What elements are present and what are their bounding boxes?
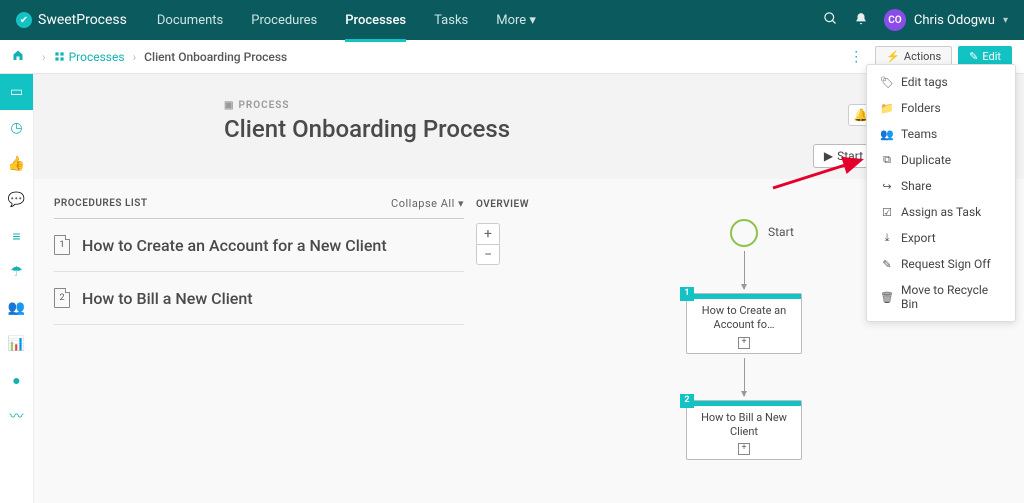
bolt-icon: ⚡ xyxy=(886,50,900,63)
procedure-item[interactable]: 2 How to Bill a New Client xyxy=(54,272,464,325)
node-number: 1 xyxy=(680,287,694,301)
flow-node[interactable]: 1 How to Create an Account fo… + xyxy=(686,293,802,354)
procedures-column: PROCEDURES LIST Collapse All ▾ 1 How to … xyxy=(34,179,464,325)
nav-procedures[interactable]: Procedures xyxy=(251,2,317,39)
crumb-current: Client Onboarding Process xyxy=(144,50,287,64)
sidebar-item-8[interactable]: 📊 xyxy=(0,326,33,362)
left-sidebar: ▭ ◷ 👍 💬 ≡ ☂ 👥 📊 ● 〰 xyxy=(0,74,34,503)
kebab-menu-icon[interactable]: ⋮ xyxy=(843,49,869,65)
bell-icon[interactable] xyxy=(854,11,868,30)
crumb-processes[interactable]: Processes xyxy=(54,50,125,64)
dropdown-folders[interactable]: 📁Folders xyxy=(867,95,1015,121)
start-label: Start xyxy=(768,225,794,239)
collapse-all[interactable]: Collapse All ▾ xyxy=(391,197,464,210)
nav-more[interactable]: More ▾ xyxy=(496,2,536,39)
signoff-icon: ✎ xyxy=(881,258,893,271)
trash-icon: 🗑 xyxy=(881,291,893,304)
sidebar-item-1[interactable]: ▭ xyxy=(0,74,33,110)
user-name: Chris Odogwu xyxy=(914,13,995,28)
sidebar-item-10[interactable]: 〰 xyxy=(0,398,33,434)
nav-processes[interactable]: Processes xyxy=(345,2,406,42)
dropdown-request-sign-off[interactable]: ✎Request Sign Off xyxy=(867,251,1015,277)
procedure-title: How to Bill a New Client xyxy=(82,289,253,308)
procedures-header: PROCEDURES LIST Collapse All ▾ xyxy=(54,197,464,219)
dropdown-edit-tags[interactable]: 🏷Edit tags xyxy=(867,69,1015,95)
crumb-sep-2: › xyxy=(133,50,137,64)
dropdown-move-recycle[interactable]: 🗑Move to Recycle Bin xyxy=(867,277,1015,317)
dropdown-assign-as-task[interactable]: ☑Assign as Task xyxy=(867,199,1015,225)
start-button[interactable]: ▶ Start xyxy=(813,144,874,168)
brand-text: SweetProcess xyxy=(38,12,127,28)
dropdown-share[interactable]: ↪Share xyxy=(867,173,1015,199)
procedure-number-icon: 1 xyxy=(54,235,70,255)
crumb-sep: › xyxy=(42,50,46,64)
check-icon: ☑ xyxy=(881,206,893,219)
sidebar-item-3[interactable]: 👍 xyxy=(0,146,33,182)
arrow-icon xyxy=(744,251,745,289)
node-text: How to Create an Account fo… xyxy=(693,304,795,333)
search-icon[interactable] xyxy=(823,11,838,30)
sidebar-item-7[interactable]: 👥 xyxy=(0,290,33,326)
export-icon: ⤓ xyxy=(881,231,893,245)
arrow-icon xyxy=(744,358,745,396)
procedure-title: How to Create an Account for a New Clien… xyxy=(82,236,387,255)
nav-links: Documents Procedures Processes Tasks Mor… xyxy=(157,2,823,39)
procedure-number-icon: 2 xyxy=(54,288,70,308)
expand-node-icon[interactable]: + xyxy=(738,337,750,349)
flow-node[interactable]: 2 How to Bill a New Client + xyxy=(686,400,802,461)
dropdown-duplicate[interactable]: ⧉Duplicate xyxy=(867,147,1015,173)
brand[interactable]: ✔ SweetProcess xyxy=(16,12,127,28)
avatar: CO xyxy=(884,9,906,31)
top-nav: ✔ SweetProcess Documents Procedures Proc… xyxy=(0,0,1024,40)
sidebar-item-9[interactable]: ● xyxy=(0,362,33,398)
procedure-item[interactable]: 1 How to Create an Account for a New Cli… xyxy=(54,219,464,272)
node-number: 2 xyxy=(680,394,694,408)
nav-tasks[interactable]: Tasks xyxy=(434,2,468,39)
home-icon[interactable] xyxy=(12,49,24,64)
user-menu[interactable]: CO Chris Odogwu ▾ xyxy=(884,9,1008,31)
sidebar-item-6[interactable]: ☂ xyxy=(0,254,33,290)
nav-documents[interactable]: Documents xyxy=(157,2,223,39)
brand-icon: ✔ xyxy=(16,12,32,28)
actions-dropdown: 🏷Edit tags 📁Folders 👥Teams ⧉Duplicate ↪S… xyxy=(866,64,1016,322)
play-icon: ▶ xyxy=(824,149,833,163)
team-icon: 👥 xyxy=(881,128,893,141)
expand-node-icon[interactable]: + xyxy=(738,443,750,455)
sidebar-item-5[interactable]: ≡ xyxy=(0,218,33,254)
nav-right: CO Chris Odogwu ▾ xyxy=(823,9,1008,31)
dropdown-teams[interactable]: 👥Teams xyxy=(867,121,1015,147)
node-text: How to Bill a New Client xyxy=(693,411,795,440)
sidebar-item-4[interactable]: 💬 xyxy=(0,182,33,218)
sidebar-item-2[interactable]: ◷ xyxy=(0,110,33,146)
dropdown-export[interactable]: ⤓Export xyxy=(867,225,1015,251)
duplicate-icon: ⧉ xyxy=(881,153,893,167)
tag-icon: 🏷 xyxy=(881,76,893,89)
start-node[interactable] xyxy=(730,219,758,247)
process-tag-icon: ▣ xyxy=(224,100,234,111)
share-icon: ↪ xyxy=(881,180,893,193)
folder-icon: 📁 xyxy=(881,102,893,115)
pencil-icon: ✎ xyxy=(969,50,978,63)
chevron-down-icon: ▾ xyxy=(1003,15,1008,26)
